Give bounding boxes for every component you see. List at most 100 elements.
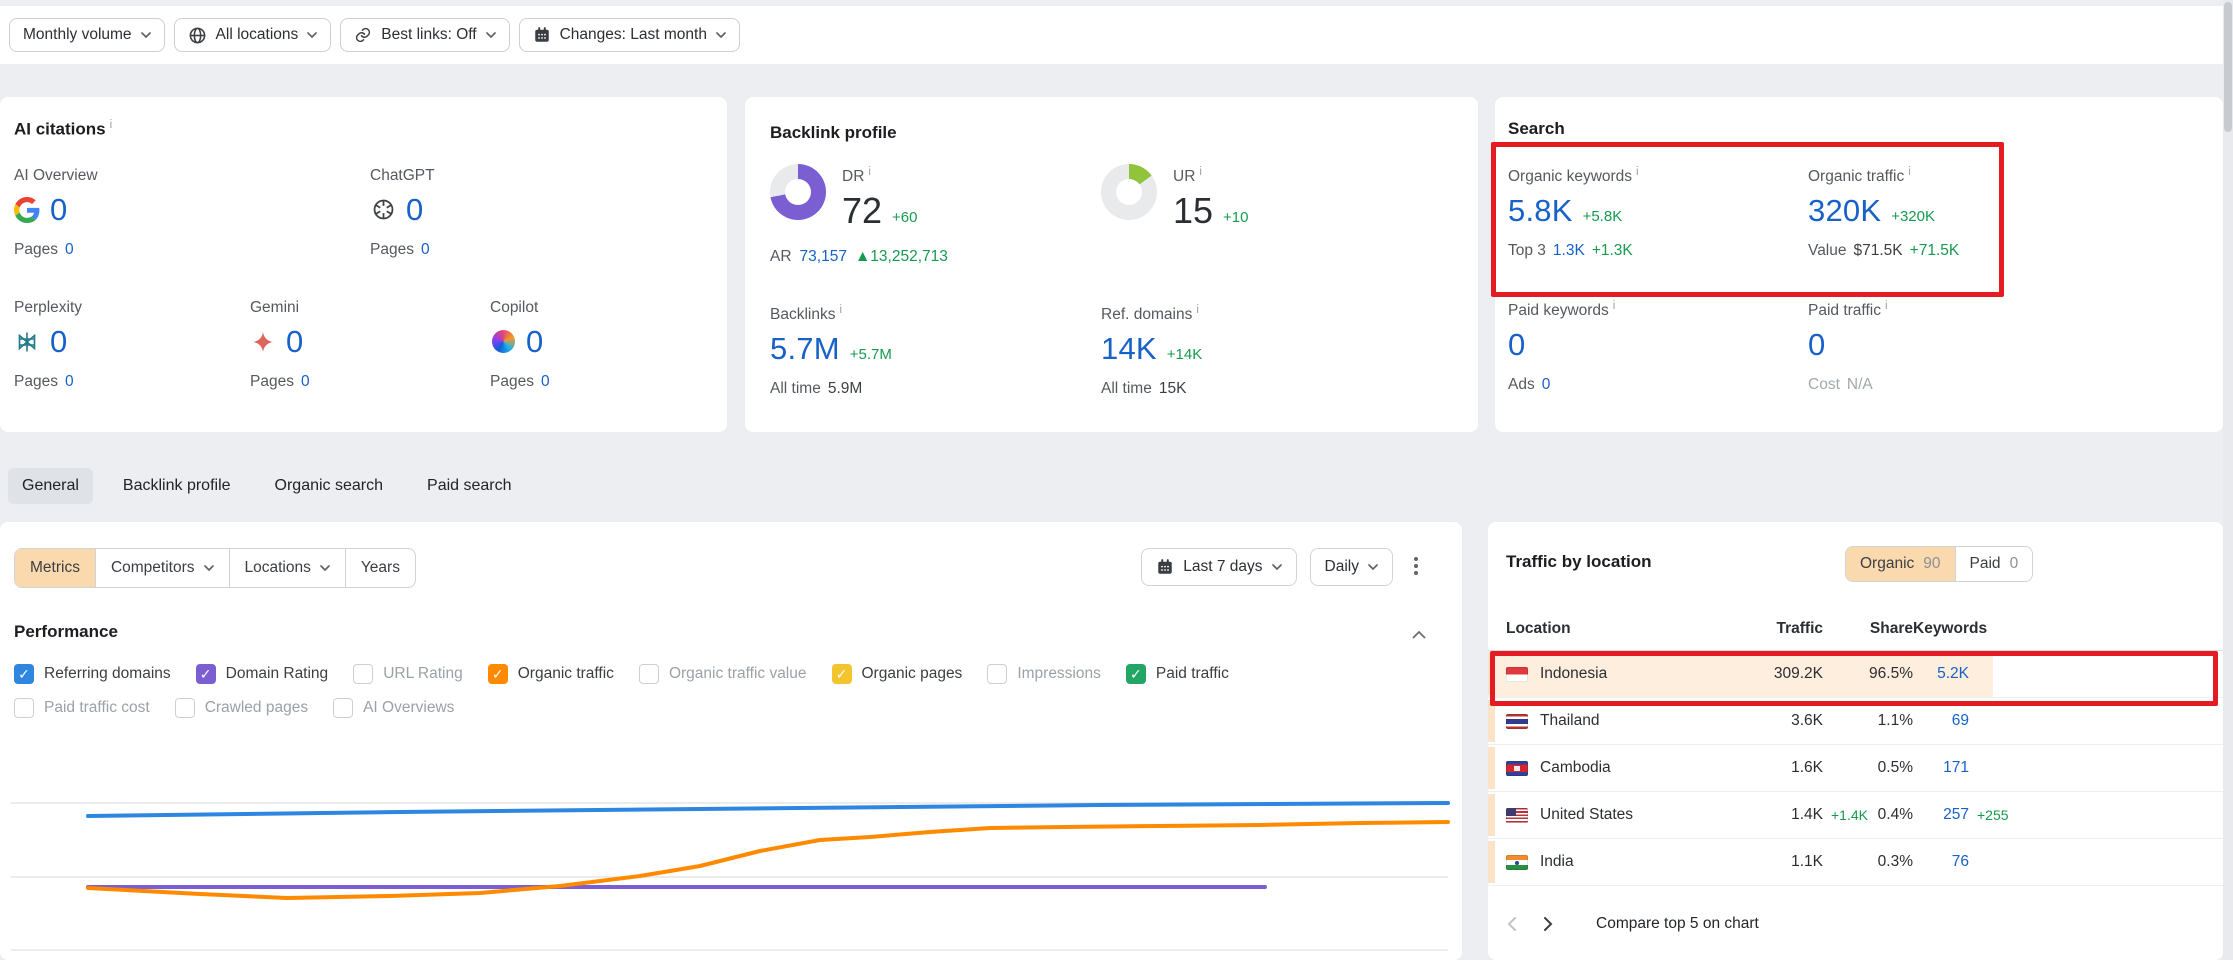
info-icon[interactable] <box>110 119 113 131</box>
granularity-dropdown[interactable]: Daily <box>1310 548 1393 586</box>
backlink-profile-card: Backlink profile DR 72 +60 AR 73,157 <box>745 97 1478 432</box>
checkbox-icon <box>14 698 34 718</box>
ads-count-link[interactable]: 0 <box>1542 376 1551 394</box>
paid-keywords-count-link[interactable]: 0 <box>1508 327 1525 363</box>
checkbox-organic-traffic[interactable]: Organic traffic <box>488 664 614 684</box>
column-traffic: Traffic <box>1726 620 1823 638</box>
location-name: Thailand <box>1540 712 1599 730</box>
vertical-scrollbar[interactable] <box>2223 0 2233 960</box>
more-options-kebab-icon[interactable] <box>1406 553 1426 582</box>
chart-controls: Last 7 days Daily <box>1141 548 1426 586</box>
copilot-pages-link[interactable]: 0 <box>541 373 550 391</box>
info-icon[interactable] <box>839 304 842 316</box>
keywords-link[interactable]: 69 <box>1913 712 1969 730</box>
location-name: India <box>1540 853 1574 871</box>
info-icon[interactable] <box>1613 300 1616 312</box>
info-icon[interactable] <box>1196 304 1199 316</box>
info-icon[interactable] <box>1908 166 1911 178</box>
checkbox-referring-domains[interactable]: Referring domains <box>14 664 171 684</box>
checkbox-icon <box>987 664 1007 684</box>
checkbox-url-rating[interactable]: URL Rating <box>353 664 463 684</box>
tab-paid-search[interactable]: Paid search <box>413 468 526 504</box>
indonesia-flag-icon <box>1506 667 1528 682</box>
gemini-count[interactable]: 0 <box>286 324 303 360</box>
table-row-indonesia[interactable]: Indonesia 309.2K 96.5% 5.2K <box>1488 651 2223 698</box>
scrollbar-thumb[interactable] <box>2224 2 2232 132</box>
ai-overview-pages-link[interactable]: 0 <box>65 241 74 259</box>
calendar-icon <box>533 26 551 44</box>
share-value: 0.4% <box>1866 806 1913 824</box>
best-links-dropdown[interactable]: Best links: Off <box>340 18 509 52</box>
organic-keywords-delta: +5.8K <box>1583 208 1623 229</box>
india-flag-icon <box>1506 855 1528 870</box>
table-row-india[interactable]: India 1.1K 0.3% 76 <box>1488 839 2223 886</box>
paid-traffic-count-link[interactable]: 0 <box>1808 327 1825 363</box>
checkbox-icon <box>832 664 852 684</box>
chatgpt-count[interactable]: 0 <box>406 192 423 228</box>
keywords-link[interactable]: 171 <box>1913 759 1969 777</box>
organic-traffic-count-link[interactable]: 320K <box>1808 193 1881 229</box>
checkbox-paid-traffic[interactable]: Paid traffic <box>1126 664 1229 684</box>
tab-general[interactable]: General <box>8 468 93 504</box>
table-pagination: Compare top 5 on chart <box>1506 915 1759 933</box>
copilot-count[interactable]: 0 <box>526 324 543 360</box>
segment-years[interactable]: Years <box>345 549 415 587</box>
checkbox-impressions[interactable]: Impressions <box>987 664 1101 684</box>
checkbox-icon <box>353 664 373 684</box>
info-icon[interactable] <box>868 166 871 178</box>
date-range-dropdown[interactable]: Last 7 days <box>1141 548 1296 586</box>
table-row-cambodia[interactable]: Cambodia 1.6K 0.5% 171 <box>1488 745 2223 792</box>
checkbox-organic-traffic-value[interactable]: Organic traffic value <box>639 664 807 684</box>
chevron-down-icon <box>307 32 317 38</box>
toggle-paid[interactable]: Paid0 <box>1955 547 2033 581</box>
checkbox-crawled-pages[interactable]: Crawled pages <box>175 698 308 718</box>
locations-dropdown[interactable]: All locations <box>174 18 332 52</box>
traffic-value: 309.2K <box>1726 665 1823 683</box>
top3-keywords-link[interactable]: 1.3K <box>1553 242 1585 260</box>
segment-competitors[interactable]: Competitors <box>95 549 229 587</box>
checkbox-paid-traffic-cost[interactable]: Paid traffic cost <box>14 698 150 718</box>
perplexity-pages-link[interactable]: 0 <box>65 373 74 391</box>
gemini-pages-link[interactable]: 0 <box>301 373 310 391</box>
tab-organic-search[interactable]: Organic search <box>261 468 398 504</box>
checkbox-organic-pages[interactable]: Organic pages <box>832 664 963 684</box>
share-value: 1.1% <box>1866 712 1913 730</box>
page-previous-chevron-left-icon[interactable] <box>1506 916 1518 932</box>
info-icon[interactable] <box>1199 166 1202 178</box>
chatgpt-pages-link[interactable]: 0 <box>421 241 430 259</box>
changes-dropdown[interactable]: Changes: Last month <box>519 18 740 52</box>
segment-locations[interactable]: Locations <box>229 549 345 587</box>
organic-count: 90 <box>1923 555 1940 573</box>
keywords-link[interactable]: 5.2K <box>1913 665 1969 683</box>
page-next-chevron-right-icon[interactable] <box>1542 916 1554 932</box>
tab-backlink-profile[interactable]: Backlink profile <box>109 468 245 504</box>
gemini-icon <box>250 329 276 355</box>
checkbox-ai-overviews[interactable]: AI Overviews <box>333 698 454 718</box>
organic-keywords-count-link[interactable]: 5.8K <box>1508 193 1573 229</box>
keywords-link[interactable]: 76 <box>1913 853 1969 871</box>
info-icon[interactable] <box>1885 300 1888 312</box>
united-states-flag-icon <box>1506 808 1528 823</box>
ahrefs-rank-link[interactable]: 73,157 <box>800 248 847 266</box>
checkbox-domain-rating[interactable]: Domain Rating <box>196 664 329 684</box>
traffic-value: 3.6K <box>1726 712 1823 730</box>
location-name: Indonesia <box>1540 665 1607 683</box>
ai-overview-count[interactable]: 0 <box>50 192 67 228</box>
ref-domains-count-link[interactable]: 14K <box>1101 331 1157 367</box>
compare-top5-label[interactable]: Compare top 5 on chart <box>1596 915 1759 933</box>
info-icon[interactable] <box>1636 166 1639 178</box>
perplexity-count[interactable]: 0 <box>50 324 67 360</box>
keywords-link[interactable]: 257 <box>1913 806 1969 824</box>
checkbox-icon <box>639 664 659 684</box>
backlinks-count-link[interactable]: 5.7M <box>770 331 840 367</box>
performance-chart[interactable] <box>0 770 1462 960</box>
toggle-organic[interactable]: Organic90 <box>1846 547 1955 581</box>
table-row-thailand[interactable]: Thailand 3.6K 1.1% 69 <box>1488 698 2223 745</box>
checkbox-icon <box>14 664 34 684</box>
metric-checkbox-row-2: Paid traffic cost Crawled pages AI Overv… <box>14 698 1448 718</box>
performance-card: Metrics Competitors Locations Years Last… <box>0 522 1462 960</box>
collapse-section-chevron-up-icon[interactable] <box>1412 626 1426 644</box>
segment-metrics[interactable]: Metrics <box>15 549 95 587</box>
table-row-united-states[interactable]: United States 1.4K +1.4K 0.4% 257 +255 <box>1488 792 2223 839</box>
monthly-volume-dropdown[interactable]: Monthly volume <box>9 18 165 52</box>
